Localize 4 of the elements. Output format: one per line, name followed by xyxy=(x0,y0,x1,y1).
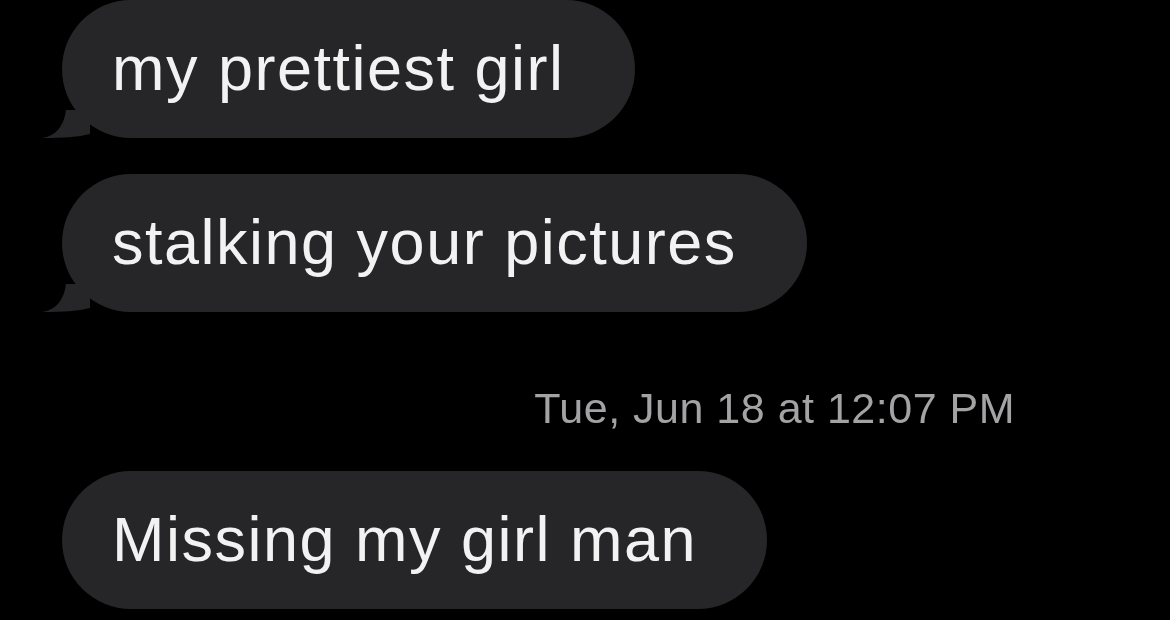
message-text: my prettiest girl xyxy=(112,32,565,106)
message-text: Missing my girl man xyxy=(112,503,698,577)
timestamp: Tue, Jun 18 at 12:07 PM xyxy=(534,383,1015,434)
message-text: stalking your pictures xyxy=(112,206,737,280)
